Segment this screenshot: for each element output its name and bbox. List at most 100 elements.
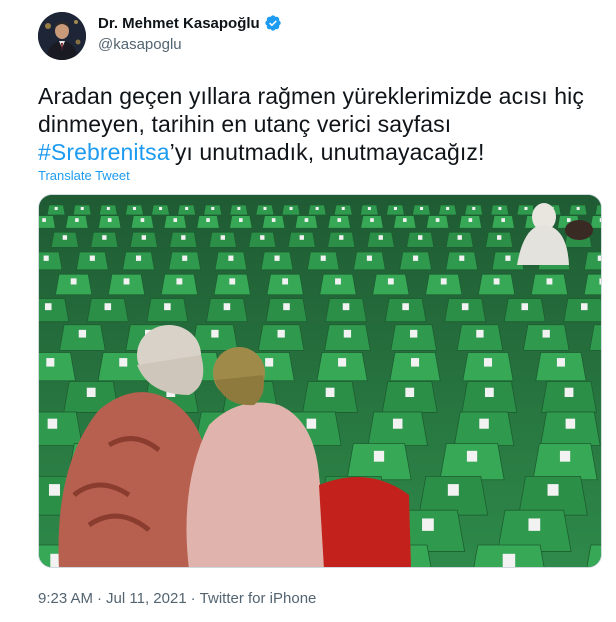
coffin-label-plate xyxy=(263,207,267,210)
coffin-label-plate xyxy=(402,218,407,222)
coffin-shape xyxy=(39,411,83,446)
coffin-label-plate xyxy=(325,387,335,397)
coffin-label-plate xyxy=(228,255,234,261)
coffin-label-plate xyxy=(48,484,60,496)
coffin-label-plate xyxy=(597,255,601,261)
coffin-label-plate xyxy=(86,387,96,397)
coffin-shape xyxy=(287,231,316,248)
tweet-card: Dr. Mehmet Kasapoğlu @kasapoglu Aradan g… xyxy=(0,0,616,622)
coffin-label-plate xyxy=(483,358,493,367)
tweet-text-before: Aradan geçen yıllara rağmen yüreklerimiz… xyxy=(38,83,584,137)
name-row: Dr. Mehmet Kasapoğlu xyxy=(98,14,282,32)
coffin-label-plate xyxy=(566,218,571,222)
coffin-shape xyxy=(129,231,158,248)
coffin-label-plate xyxy=(472,207,476,210)
tweet-meta: 9:23 AM · Jul 11, 2021 · Twitter for iPh… xyxy=(38,590,316,607)
coffin-shape xyxy=(327,215,352,229)
coffin-label-plate xyxy=(366,255,372,261)
coffin-label-plate xyxy=(70,278,77,285)
coffin-shape xyxy=(491,215,515,229)
coffin-label-plate xyxy=(387,278,394,285)
coffin-label-plate xyxy=(42,218,46,222)
coffin-label-plate xyxy=(457,235,462,240)
coffin-shape xyxy=(65,215,89,229)
coffin-label-plate xyxy=(556,358,565,367)
coffin-label-plate xyxy=(46,358,55,367)
coffin-shape xyxy=(39,298,70,323)
coffin-label-plate xyxy=(132,207,136,210)
coffin-label-plate xyxy=(123,278,130,285)
coffin-label-plate xyxy=(176,278,183,285)
coffin-label-plate xyxy=(107,218,112,222)
translate-tweet-link[interactable]: Translate Tweet xyxy=(38,168,130,183)
coffin-label-plate xyxy=(315,207,319,210)
coffin-shape xyxy=(327,231,356,248)
coffin-label-plate xyxy=(420,207,424,210)
coffin-shape xyxy=(360,215,384,229)
coffin-label-plate xyxy=(466,450,478,462)
coffin-label-plate xyxy=(542,329,550,338)
coffin-shape xyxy=(425,215,450,229)
coffin-label-plate xyxy=(277,329,285,338)
coffin-label-plate xyxy=(337,218,342,222)
coffin-label-plate xyxy=(47,418,58,429)
coffin-label-plate xyxy=(182,255,188,261)
coffin-label-plate xyxy=(501,218,505,222)
coffin-label-plate xyxy=(102,235,107,240)
coffin-label-plate xyxy=(206,218,210,222)
coffin-label-plate xyxy=(289,207,293,210)
coffin-label-plate xyxy=(140,218,145,222)
coffin-label-plate xyxy=(339,235,344,240)
coffin-label-plate xyxy=(54,207,58,210)
coffin-shape xyxy=(163,215,188,229)
coffin-label-plate xyxy=(265,358,274,367)
coffin-label-plate xyxy=(599,218,601,222)
coffin-label-plate xyxy=(62,235,68,240)
coffin-shape xyxy=(458,215,483,229)
coffin-label-plate xyxy=(411,358,420,367)
author-handle[interactable]: @kasapoglu xyxy=(98,36,282,53)
coffin-label-plate xyxy=(410,329,418,338)
coffin-label-plate xyxy=(498,207,502,210)
coffin-label-plate xyxy=(173,218,178,222)
verified-badge-icon xyxy=(264,14,282,32)
coffin-shape xyxy=(485,231,514,248)
coffin-label-plate xyxy=(502,553,516,567)
coffin-label-plate xyxy=(393,207,397,210)
tweet-date[interactable]: Jul 11, 2021 xyxy=(106,590,187,607)
coffin-shape xyxy=(393,215,417,229)
coffin-label-plate xyxy=(341,207,345,210)
coffin-label-plate xyxy=(335,278,341,285)
coffin-label-plate xyxy=(89,255,95,261)
memorial-photo-image xyxy=(39,195,601,567)
coffin-shape xyxy=(90,231,119,248)
coffin-label-plate xyxy=(565,418,576,429)
tweet-time[interactable]: 9:23 AM xyxy=(38,590,93,607)
coffin-label-plate xyxy=(559,450,571,462)
coffin-label-plate xyxy=(44,303,52,311)
coffin-label-plate xyxy=(402,303,409,311)
coffin-label-plate xyxy=(223,303,231,311)
coffin-label-plate xyxy=(479,418,489,429)
coffin-label-plate xyxy=(229,278,236,285)
coffin-label-plate xyxy=(338,358,347,367)
tweet-source[interactable]: Twitter for iPhone xyxy=(200,590,317,607)
coffin-label-plate xyxy=(282,278,289,285)
coffin-label-plate xyxy=(320,255,326,261)
coffin-label-plate xyxy=(378,235,383,240)
coffin-label-plate xyxy=(211,329,219,338)
coffin-label-plate xyxy=(367,207,371,210)
coffin-label-plate xyxy=(505,255,511,261)
author-display-name[interactable]: Dr. Mehmet Kasapoğlu xyxy=(98,15,260,32)
hashtag-link[interactable]: #Srebrenitsa xyxy=(38,139,170,165)
coffin-shape xyxy=(39,251,63,271)
coffin-label-plate xyxy=(104,303,112,311)
coffin-label-plate xyxy=(141,235,147,240)
coffin-shape xyxy=(261,215,286,229)
tweet-photo[interactable] xyxy=(38,194,602,568)
avatar[interactable] xyxy=(38,12,86,60)
coffin-label-plate xyxy=(271,218,276,222)
coffin-label-plate xyxy=(576,207,580,210)
meta-separator: · xyxy=(190,590,196,607)
coffin-shape xyxy=(406,231,435,248)
